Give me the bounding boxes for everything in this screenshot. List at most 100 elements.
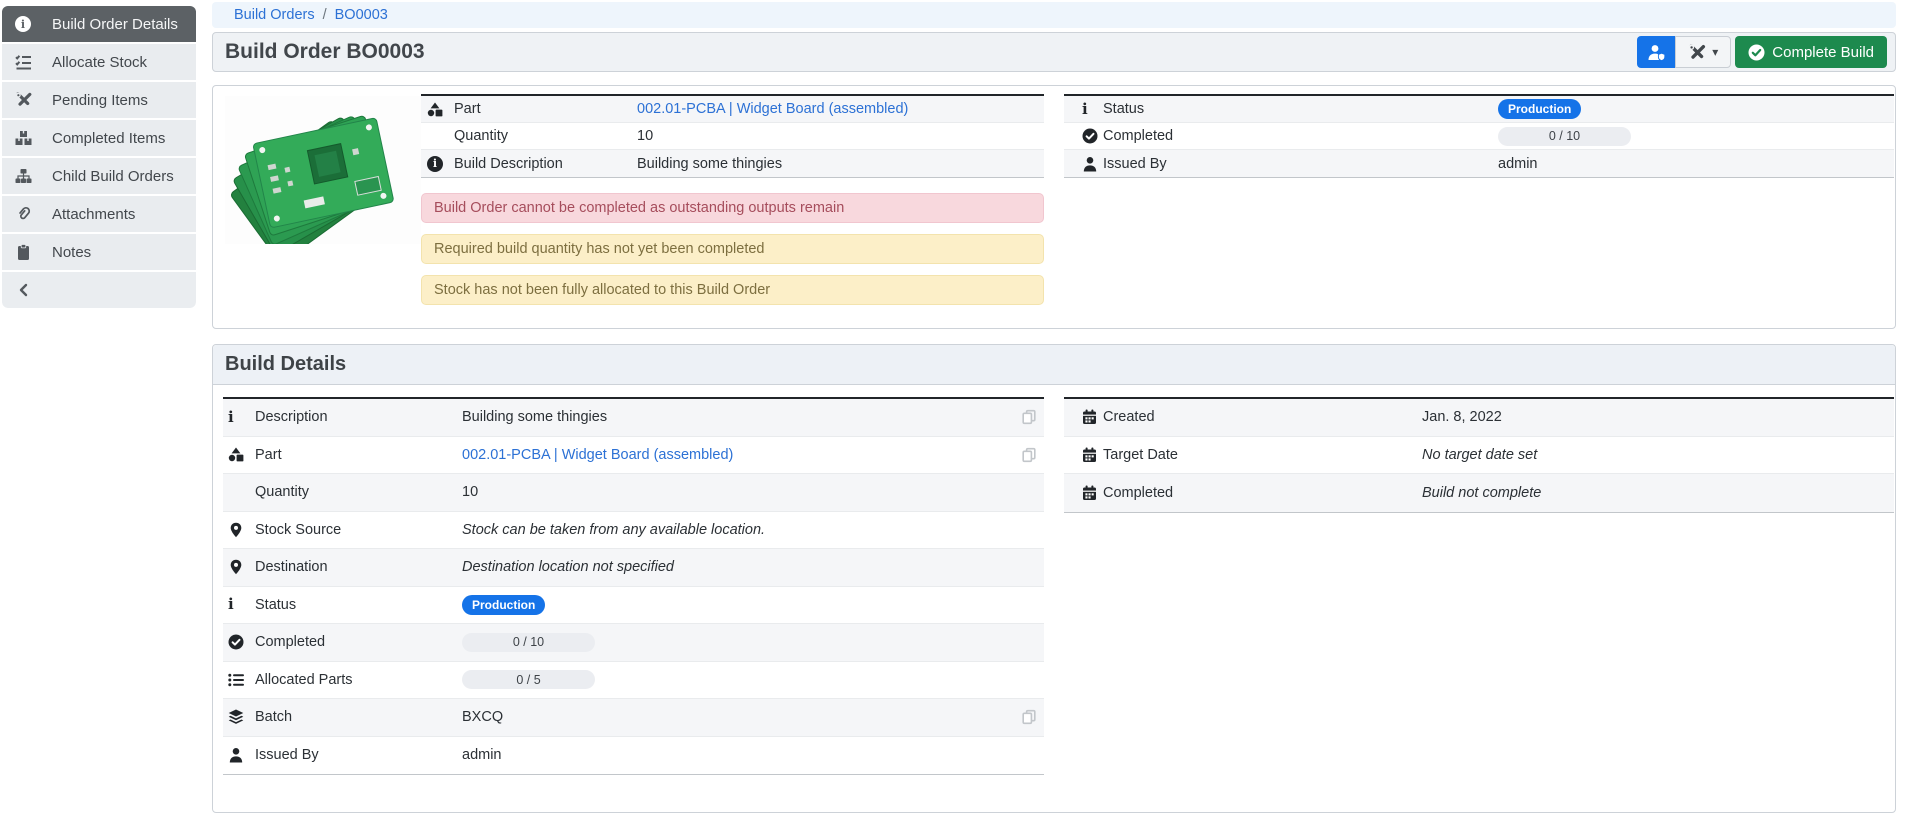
detail-row-target-date: Target Date No target date set <box>1064 437 1894 475</box>
build-actions-dropdown[interactable]: ▾ <box>1675 36 1731 68</box>
layer-group-icon <box>223 709 255 725</box>
row-value: Destination location not specified <box>462 559 674 575</box>
table-row-part: Part 002.01-PCBA | Widget Board (assembl… <box>421 96 1044 123</box>
part-link[interactable]: 002.01-PCBA | Widget Board (assembled) <box>637 101 908 117</box>
sidebar-collapse-button[interactable] <box>2 272 196 308</box>
sidebar-item-label: Completed Items <box>52 130 165 147</box>
complete-build-button[interactable]: Complete Build <box>1735 36 1887 68</box>
page-header: Build Order BO0003 ▾ <box>212 32 1896 72</box>
detail-row-part: Part 002.01-PCBA | Widget Board (assembl… <box>223 437 1044 475</box>
copy-icon[interactable] <box>1022 710 1036 725</box>
main-content: Build Orders / BO0003 Build Order BO0003 <box>212 0 1896 815</box>
sidebar-item-child-build-orders[interactable]: Child Build Orders <box>2 158 196 194</box>
sidebar-item-allocate-stock[interactable]: Allocate Stock <box>2 44 196 80</box>
sidebar-item-label: Child Build Orders <box>52 168 174 185</box>
build-details-title: Build Details <box>225 353 346 376</box>
alert-quantity-incomplete: Required build quantity has not yet been… <box>421 234 1044 264</box>
calendar-icon <box>1064 485 1103 501</box>
detail-row-created: Created Jan. 8, 2022 <box>1064 399 1894 437</box>
calendar-icon <box>1064 409 1103 425</box>
row-label: Completed <box>1103 485 1422 501</box>
shapes-icon <box>421 102 454 117</box>
table-row-quantity: Quantity 10 <box>421 123 1044 150</box>
clipboard-icon <box>15 244 45 260</box>
row-label: Destination <box>255 559 462 575</box>
tools-icon <box>15 92 45 108</box>
part-link[interactable]: 002.01-PCBA | Widget Board (assembled) <box>462 447 733 463</box>
row-value: admin <box>462 747 502 763</box>
row-value: 10 <box>637 128 653 144</box>
check-circle-icon <box>1064 128 1103 144</box>
complete-build-label: Complete Build <box>1772 44 1874 61</box>
boxes-icon <box>15 130 45 146</box>
detail-row-issued-by: Issued By admin <box>223 737 1044 775</box>
alert-text: Required build quantity has not yet been… <box>434 241 765 257</box>
header-actions: ▾ Complete Build <box>1637 36 1887 68</box>
sitemap-icon <box>15 168 45 184</box>
page-title: Build Order BO0003 <box>225 40 425 64</box>
alert-text: Stock has not been fully allocated to th… <box>434 282 770 298</box>
sidebar-item-completed-items[interactable]: Completed Items <box>2 120 196 156</box>
row-value: Building some thingies <box>462 409 607 425</box>
detail-row-stock-source: Stock Source Stock can be taken from any… <box>223 512 1044 550</box>
overview-part-table: Part 002.01-PCBA | Widget Board (assembl… <box>421 94 1044 178</box>
table-row-issued-by: Issued By admin <box>1064 150 1894 177</box>
alert-outstanding-outputs: Build Order cannot be completed as outst… <box>421 193 1044 223</box>
breadcrumb-separator: / <box>323 7 327 23</box>
overview-panel: Part 002.01-PCBA | Widget Board (assembl… <box>212 85 1896 329</box>
issue-responsible-button[interactable] <box>1637 36 1675 68</box>
row-value: Jan. 8, 2022 <box>1422 409 1502 425</box>
status-badge: Production <box>462 595 545 615</box>
row-label: Stock Source <box>255 522 462 538</box>
row-label: Part <box>454 101 637 117</box>
map-marker-icon <box>223 522 255 538</box>
row-label: Target Date <box>1103 447 1422 463</box>
row-value: Build not complete <box>1422 485 1541 501</box>
row-value: Building some thingies <box>637 156 782 172</box>
row-label: Batch <box>255 709 462 725</box>
detail-row-status: i Status Production <box>223 587 1044 625</box>
list-icon <box>223 673 255 687</box>
row-label: Part <box>255 447 462 463</box>
sidebar-item-label: Attachments <box>52 206 135 223</box>
detail-row-batch: Batch BXCQ <box>223 699 1044 737</box>
row-value: No target date set <box>1422 447 1537 463</box>
sidebar-item-build-order-details[interactable]: i Build Order Details <box>2 6 196 42</box>
breadcrumb-link-bo0003[interactable]: BO0003 <box>335 7 388 23</box>
row-value: Stock can be taken from any available lo… <box>462 522 765 538</box>
sidebar-item-attachments[interactable]: Attachments <box>2 196 196 232</box>
row-label: Status <box>255 597 462 613</box>
copy-icon[interactable] <box>1022 447 1036 462</box>
paperclip-icon <box>15 206 45 222</box>
caret-down-icon: ▾ <box>1712 45 1718 59</box>
sidebar-item-pending-items[interactable]: Pending Items <box>2 82 196 118</box>
alert-text: Build Order cannot be completed as outst… <box>434 200 844 216</box>
copy-icon[interactable] <box>1022 410 1036 425</box>
user-icon <box>1064 156 1103 172</box>
calendar-icon <box>1064 447 1103 463</box>
breadcrumb-link-build-orders[interactable]: Build Orders <box>234 7 315 23</box>
row-label: Quantity <box>454 128 637 144</box>
row-label: Completed <box>1103 128 1498 144</box>
part-image[interactable] <box>225 96 421 244</box>
row-value: admin <box>1498 156 1538 172</box>
table-row-build-description: i Build Description Building some thingi… <box>421 150 1044 177</box>
build-details-panel: Build Details i Description Building som… <box>212 344 1896 813</box>
row-label: Issued By <box>1103 156 1498 172</box>
row-value: BXCQ <box>462 709 503 725</box>
list-check-icon <box>15 54 45 70</box>
row-label: Description <box>255 409 462 425</box>
row-label: Allocated Parts <box>255 672 462 688</box>
row-label: Status <box>1103 101 1498 117</box>
row-label: Completed <box>255 634 462 650</box>
user-icon <box>223 747 255 763</box>
sidebar-item-notes[interactable]: Notes <box>2 234 196 270</box>
sidebar-item-label: Allocate Stock <box>52 54 147 71</box>
info-icon: i <box>1064 102 1103 117</box>
chevron-left-icon <box>17 282 31 298</box>
user-shield-icon <box>1647 44 1666 61</box>
check-circle-icon <box>1748 44 1765 61</box>
build-details-right-table: Created Jan. 8, 2022 Target Date No targ… <box>1064 397 1894 513</box>
breadcrumb: Build Orders / BO0003 <box>212 2 1896 28</box>
row-label: Issued By <box>255 747 462 763</box>
